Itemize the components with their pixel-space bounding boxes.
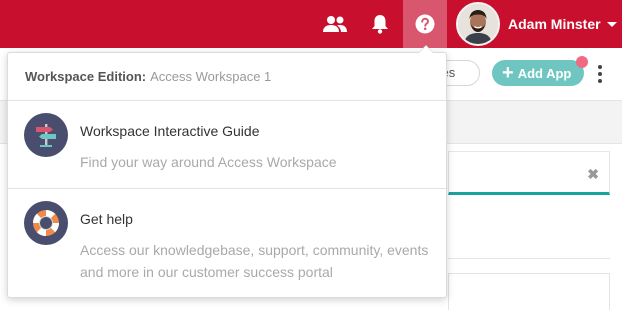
divider [448,258,610,259]
menu-item-get-help[interactable]: Get help Access our knowledgebase, suppo… [8,189,446,297]
panel-header: ✖ [448,151,610,195]
help-icon[interactable] [403,0,447,48]
help-dropdown: Workspace Edition: Access Workspace 1 Wo… [7,45,447,298]
notification-dot [576,56,588,68]
add-app-button[interactable]: + Add App [492,60,584,86]
menu-item-interactive-guide[interactable]: Workspace Interactive Guide Find your wa… [8,101,446,189]
bell-icon[interactable] [358,0,402,48]
signpost-icon [24,113,68,157]
lifebuoy-icon [24,201,68,245]
chevron-down-icon [606,21,617,27]
top-bar: Adam Minster [0,0,622,48]
plus-icon: + [502,62,514,84]
add-app-label: Add App [517,65,572,81]
menu-item-description: Find your way around Access Workspace [80,154,337,170]
edition-value: Access Workspace 1 [150,69,272,84]
menu-item-title: Get help [80,211,133,227]
menu-item-title: Workspace Interactive Guide [80,123,260,139]
close-icon[interactable]: ✖ [587,166,599,183]
user-name: Adam Minster [508,16,601,32]
user-menu[interactable]: Adam Minster [456,0,617,48]
edition-row: Workspace Edition: Access Workspace 1 [8,53,446,101]
more-options-icon[interactable] [598,65,602,83]
menu-item-description: Access our knowledgebase, support, commu… [80,242,429,280]
people-icon[interactable] [313,0,357,48]
edition-label: Workspace Edition: [25,69,147,84]
content-box [448,273,610,310]
avatar [456,2,500,46]
